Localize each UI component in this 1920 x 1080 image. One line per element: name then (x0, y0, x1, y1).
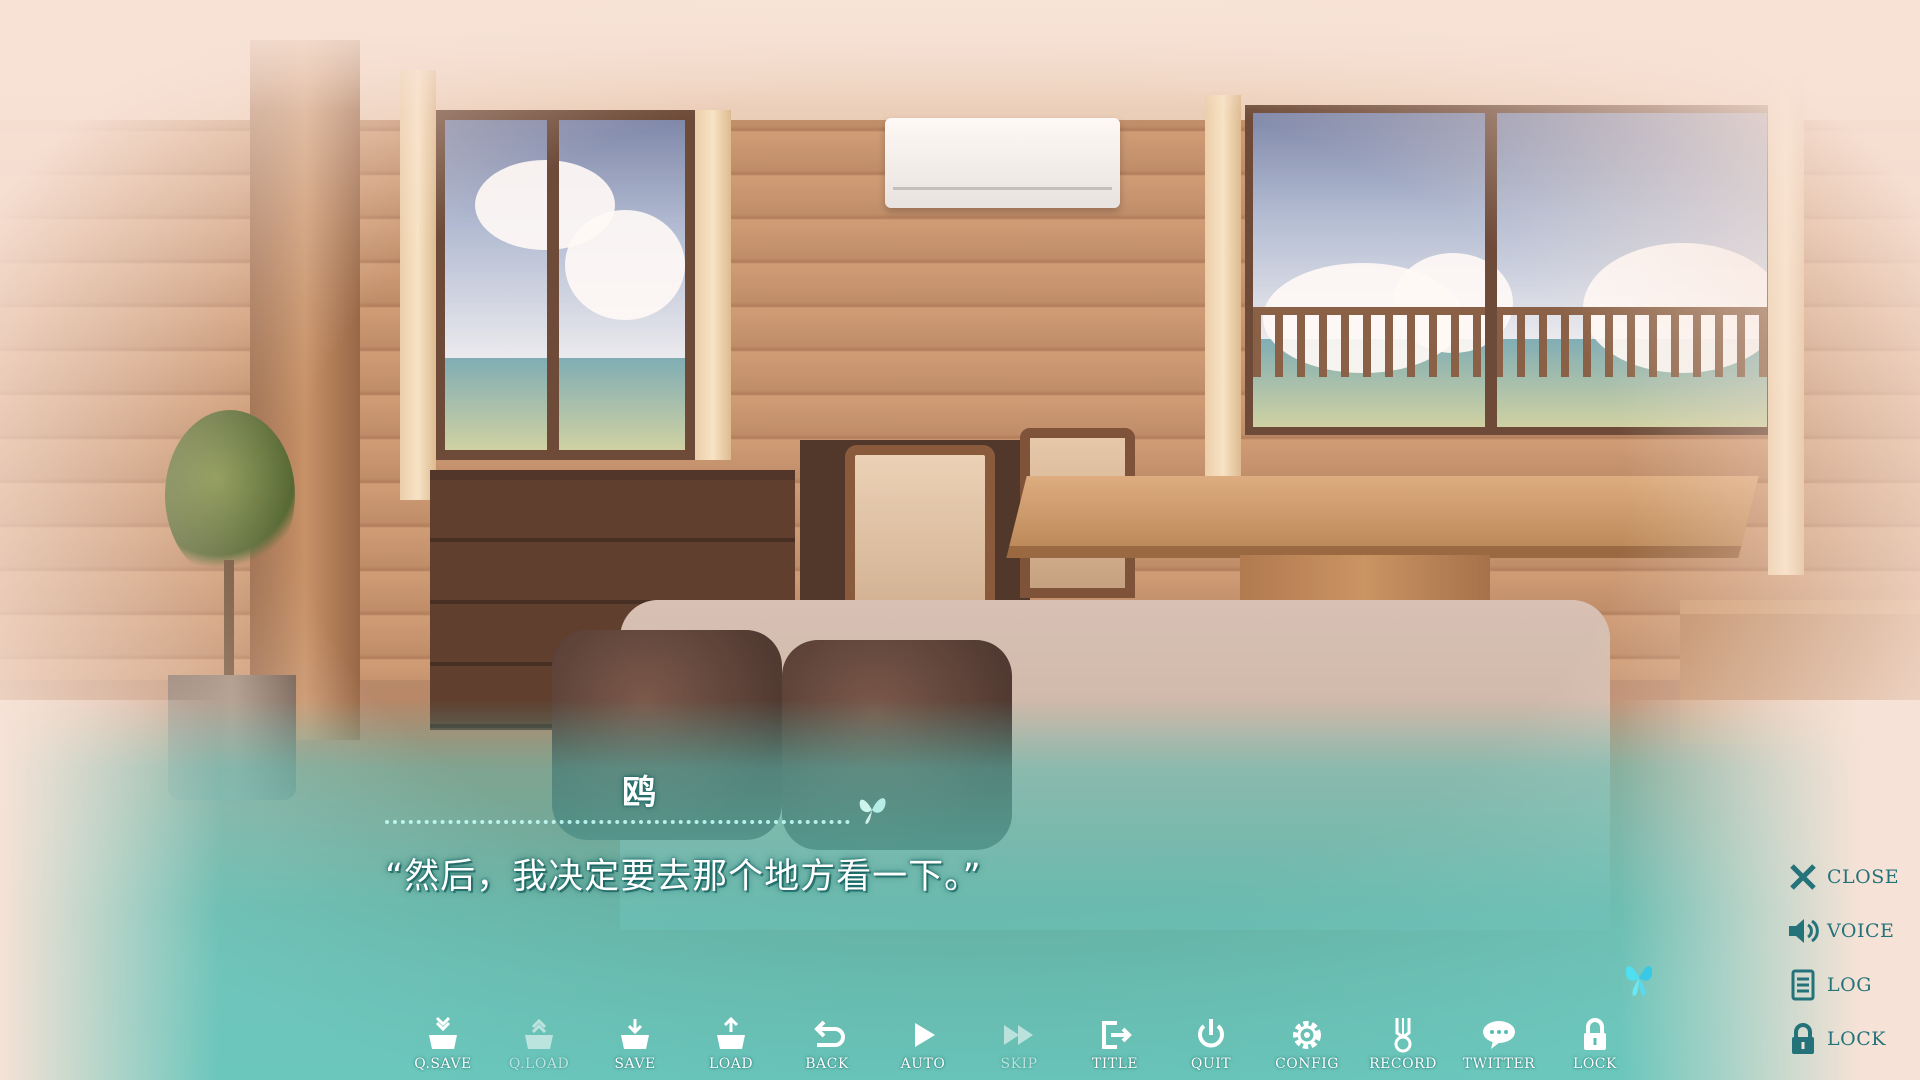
lock-button[interactable]: LOCK (1547, 1015, 1643, 1080)
medal-icon (1394, 1018, 1412, 1053)
next-page-butterfly-icon[interactable] (1622, 958, 1656, 998)
log-button[interactable]: LOG (1785, 958, 1920, 1012)
close-label: CLOSE (1827, 866, 1900, 888)
twitter-label: TWITTER (1462, 1056, 1536, 1072)
quick-load-icon (525, 1018, 553, 1049)
quick-load-button[interactable]: Q.LOAD (491, 1015, 587, 1080)
close-window-button[interactable]: CLOSE (1785, 850, 1920, 904)
log-label: LOG (1827, 974, 1872, 996)
twitter-button[interactable]: TWITTER (1451, 1015, 1547, 1080)
name-divider (385, 820, 850, 824)
voice-button[interactable]: VOICE (1785, 904, 1920, 958)
config-label: CONFIG (1275, 1056, 1339, 1072)
voice-label: VOICE (1827, 920, 1895, 942)
load-icon (717, 1016, 745, 1049)
close-icon (1790, 864, 1816, 890)
padlock-icon (1792, 1023, 1814, 1054)
title-label: TITLE (1091, 1056, 1139, 1072)
speech-bubble-icon (1483, 1021, 1515, 1049)
save-label: SAVE (614, 1056, 656, 1072)
side-menu: CLOSE VOICE LOG LOCK (1785, 850, 1920, 1066)
load-button[interactable]: LOAD (683, 1015, 779, 1080)
config-button[interactable]: CONFIG (1259, 1015, 1355, 1080)
quick-save-button[interactable]: Q.SAVE (395, 1015, 491, 1080)
skip-button[interactable]: SKIP (971, 1015, 1067, 1080)
exit-door-icon (1102, 1021, 1132, 1049)
quick-save-icon (429, 1016, 457, 1049)
butterfly-icon (859, 798, 886, 824)
back-button[interactable]: BACK (779, 1015, 875, 1080)
save-icon (621, 1019, 649, 1049)
quit-button[interactable]: QUIT (1163, 1015, 1259, 1080)
log-list-icon (1791, 969, 1815, 1001)
record-label: RECORD (1369, 1056, 1437, 1072)
quick-load-label: Q.LOAD (508, 1056, 570, 1072)
auto-button[interactable]: AUTO (875, 1015, 971, 1080)
play-icon (915, 1023, 935, 1047)
auto-label: AUTO (900, 1056, 946, 1072)
side-lock-button[interactable]: LOCK (1785, 1012, 1920, 1066)
back-label: BACK (805, 1056, 849, 1072)
load-label: LOAD (708, 1056, 754, 1072)
padlock-icon (1584, 1018, 1606, 1050)
save-button[interactable]: SAVE (587, 1015, 683, 1080)
side-lock-label: LOCK (1827, 1028, 1886, 1050)
skip-label: SKIP (1000, 1056, 1038, 1072)
title-button[interactable]: TITLE (1067, 1015, 1163, 1080)
back-arrow-icon (814, 1020, 845, 1047)
record-button[interactable]: RECORD (1355, 1015, 1451, 1080)
power-icon (1198, 1019, 1224, 1048)
speaker-icon (1789, 919, 1819, 943)
gear-icon (1293, 1021, 1321, 1049)
quick-save-label: Q.SAVE (414, 1056, 472, 1072)
dialogue-text: “然后，我决定要去那个地方看一下。” (385, 857, 982, 897)
lock-label: LOCK (1573, 1056, 1617, 1072)
fast-forward-icon (1004, 1025, 1033, 1045)
quit-label: QUIT (1190, 1056, 1232, 1072)
bottom-menu-bar: Q.SAVE Q.LOAD SAVE LOAD BACK AUTO SKIP T… (395, 1015, 1643, 1080)
speaker-name: 鸥 (622, 773, 658, 813)
